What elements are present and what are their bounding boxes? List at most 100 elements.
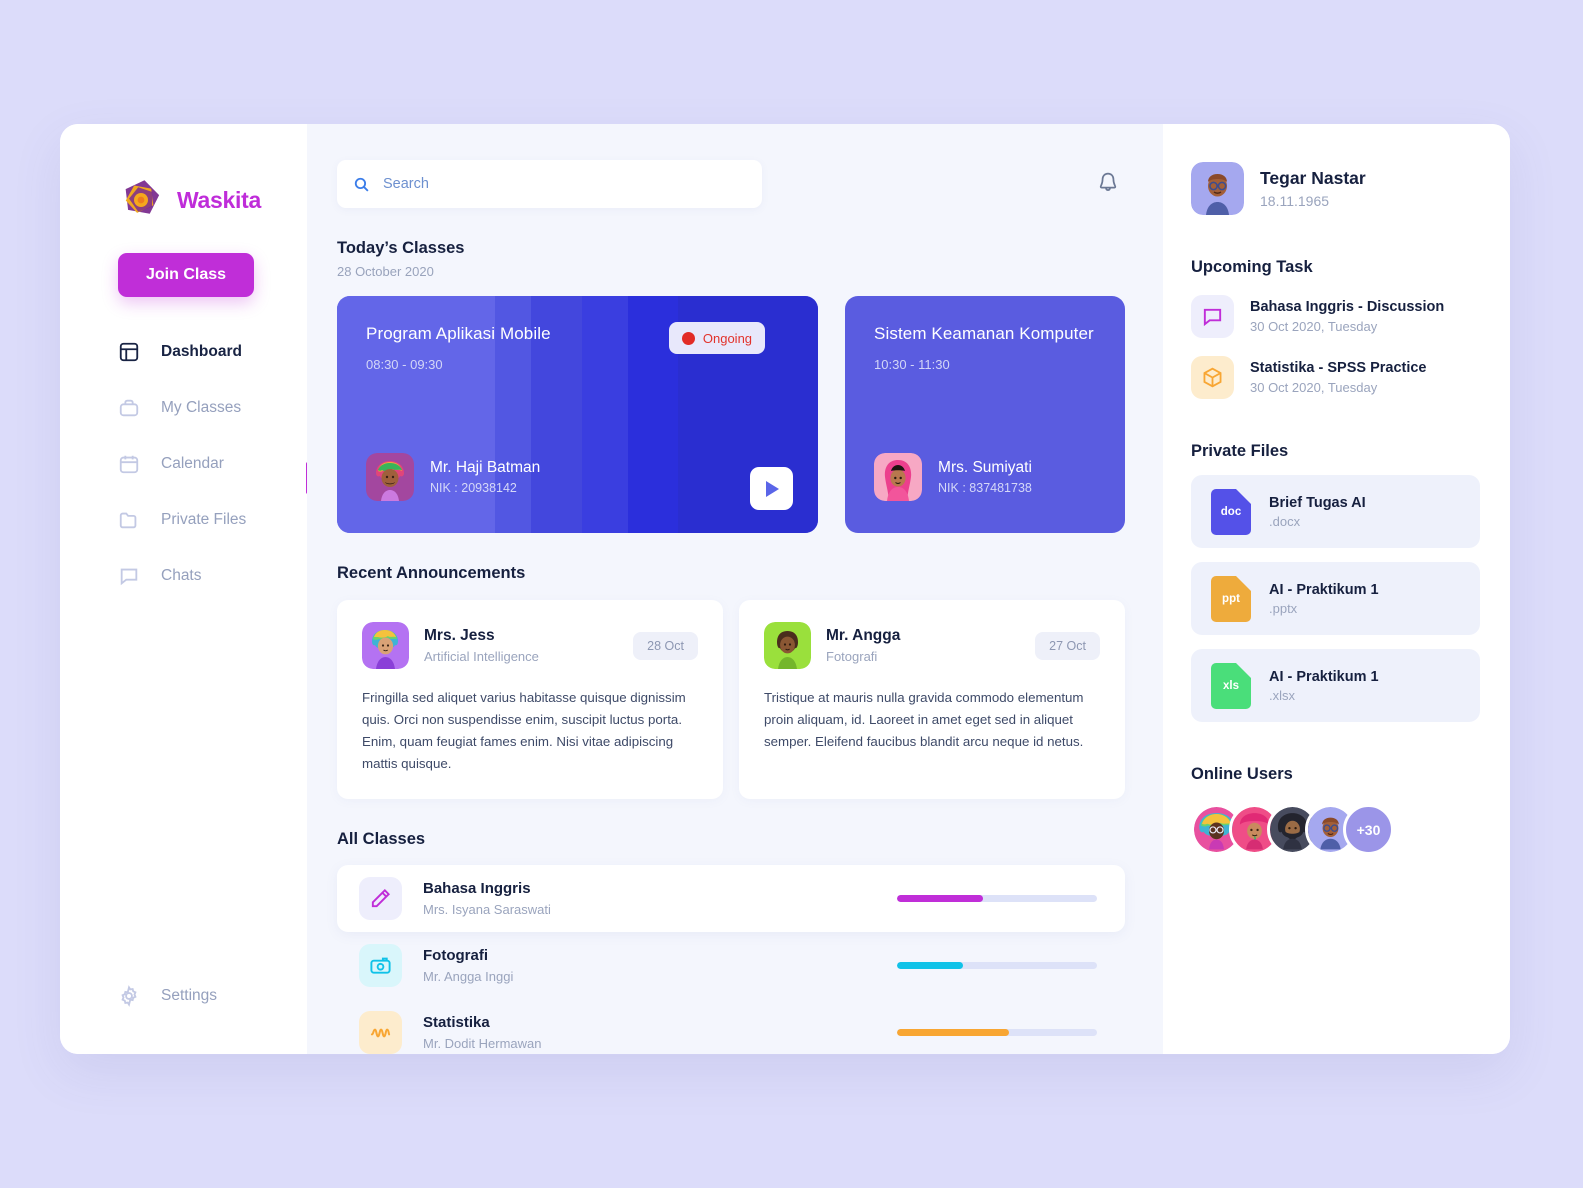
class-list-text: Fotografi Mr. Angga Inggi [423, 947, 513, 984]
profile-header[interactable]: Tegar Nastar 18.11.1965 [1191, 162, 1500, 215]
sidebar-item-private-files[interactable]: Private Files [60, 492, 307, 548]
class-card[interactable]: Sistem Keamanan Komputer 10:30 - 11:30 M… [845, 296, 1125, 533]
sidebar-item-label: Chats [161, 567, 202, 584]
announcement-body: Tristique at mauris nulla gravida commod… [764, 690, 1084, 749]
sidebar-item-my-classes[interactable]: My Classes [60, 380, 307, 436]
online-users-list: +30 [1191, 804, 1480, 855]
announcement-author: Mr. Angga [826, 627, 901, 644]
avatar [366, 453, 414, 501]
file-item[interactable]: ppt AI - Praktikum 1 .pptx [1191, 562, 1480, 635]
task-item[interactable]: Statistika - SPSS Practice 30 Oct 2020, … [1191, 356, 1480, 399]
ppt-file-icon: ppt [1211, 575, 1251, 622]
task-icon-wrap [1191, 356, 1234, 399]
task-icon-wrap [1191, 295, 1234, 338]
announcement-body: Fringilla sed aliquet varius habitasse q… [362, 690, 686, 771]
online-users-more-badge[interactable]: +30 [1343, 804, 1394, 855]
sidebar-item-dashboard[interactable]: Dashboard [60, 324, 307, 380]
announcement-card[interactable]: Mr. Angga Fotografi 27 Oct Tristique at … [739, 600, 1125, 799]
class-teacher: Mr. Dodit Hermawan [423, 1035, 542, 1051]
play-button[interactable] [750, 467, 794, 510]
task-date: 30 Oct 2020, Tuesday [1250, 319, 1378, 334]
all-classes-list: Bahasa Inggris Mrs. Isyana Saraswati Fot… [337, 864, 1125, 1054]
class-card[interactable]: Ongoing Program Aplikasi Mobile 08:30 - … [337, 296, 819, 533]
upcoming-task-header: Upcoming Task [1191, 258, 1506, 289]
task-name: Bahasa Inggris - Discussion [1250, 299, 1445, 315]
file-item[interactable]: doc Brief Tugas AI .docx [1191, 475, 1480, 548]
file-item[interactable]: xls AI - Praktikum 1 .xlsx [1191, 649, 1480, 722]
sidebar-nav: Dashboard My Classes Calendar Private Fi… [60, 324, 307, 604]
wave-icon [369, 1021, 392, 1044]
announcement-header: Mr. Angga Fotografi 27 Oct [764, 622, 1100, 669]
sidebar-item-settings[interactable]: Settings [60, 985, 217, 1007]
task-name: Statistika - SPSS Practice [1250, 360, 1427, 376]
class-name: Bahasa Inggris [423, 879, 531, 897]
teacher-nik: NIK : 20938142 [430, 481, 517, 495]
class-list-text: Statistika Mr. Dodit Hermawan [423, 1014, 541, 1051]
class-card-teacher: Mrs. Sumiyati NIK : 837481738 [874, 453, 1032, 501]
class-name: Fotografi [423, 946, 488, 964]
chat-bubble-icon [118, 565, 140, 587]
notification-bell-button[interactable] [1091, 167, 1125, 201]
camera-icon-wrap [359, 943, 402, 987]
app-window: Waskita Join Class Dashboard My Classes [60, 124, 1510, 1054]
class-card-content: Program Aplikasi Mobile 08:30 - 09:30 Mr… [366, 323, 793, 533]
class-card-teacher: Mr. Haji Batman NIK : 20938142 [366, 453, 540, 501]
class-list-text: Bahasa Inggris Mrs. Isyana Saraswati [423, 880, 551, 917]
task-item[interactable]: Bahasa Inggris - Discussion 30 Oct 2020,… [1191, 295, 1480, 338]
announcement-header: Mrs. Jess Artificial Intelligence 28 Oct [362, 622, 698, 669]
announcement-subject: Artificial Intelligence [424, 649, 539, 664]
class-list-item[interactable]: Fotografi Mr. Angga Inggi [337, 932, 1125, 999]
class-list-item[interactable]: Statistika Mr. Dodit Hermawan [337, 999, 1125, 1054]
play-icon [766, 480, 780, 497]
waskita-logo-icon [118, 177, 164, 223]
announcement-card[interactable]: Mrs. Jess Artificial Intelligence 28 Oct… [337, 600, 723, 799]
wave-icon-wrap [359, 1010, 402, 1054]
private-files-header: Private Files [1191, 442, 1506, 473]
class-teacher: Mrs. Isyana Saraswati [423, 901, 551, 917]
sidebar-item-label: Dashboard [161, 343, 242, 360]
sidebar-item-label: Settings [161, 987, 218, 1004]
avatar [764, 622, 811, 669]
profile-name: Tegar Nastar [1260, 168, 1366, 188]
class-list-item[interactable]: Bahasa Inggris Mrs. Isyana Saraswati [337, 864, 1125, 932]
teacher-name: Mr. Haji Batman [430, 459, 541, 476]
todays-classes-date: 28 October 2020 [337, 264, 434, 279]
profile-dob: 18.11.1965 [1260, 193, 1330, 209]
camera-icon [369, 954, 392, 977]
pencil-icon [369, 887, 392, 910]
dashboard-icon [118, 341, 140, 363]
announcements-title: Recent Announcements [337, 564, 526, 582]
progress-bar [897, 1028, 1097, 1036]
all-classes-title: All Classes [337, 829, 426, 848]
announcement-date: 28 Oct [633, 631, 698, 660]
main-content: Today’s Classes 28 October 2020 Ongoing [307, 124, 1163, 1054]
announcement-author: Mrs. Jess [424, 627, 495, 644]
file-name: AI - Praktikum 1 [1269, 581, 1379, 598]
sidebar-item-label: Private Files [161, 511, 247, 528]
announcements-list: Mrs. Jess Artificial Intelligence 28 Oct… [337, 600, 1125, 799]
file-extension: .xlsx [1269, 687, 1295, 703]
sidebar-item-calendar[interactable]: Calendar [60, 436, 307, 492]
topbar [337, 160, 1125, 208]
file-extension: .pptx [1269, 600, 1298, 616]
xls-file-icon: xls [1211, 662, 1251, 709]
briefcase-icon [118, 397, 140, 419]
join-class-button[interactable]: Join Class [118, 253, 254, 297]
search-input[interactable] [383, 176, 746, 192]
progress-bar [897, 961, 1097, 969]
private-files-title: Private Files [1191, 442, 1289, 460]
file-extension: .docx [1269, 513, 1301, 529]
announcement-subject: Fotografi [826, 649, 878, 664]
sidebar-item-chats[interactable]: Chats [60, 548, 307, 604]
teacher-nik: NIK : 837481738 [938, 481, 1032, 495]
calendar-icon [118, 453, 140, 475]
teacher-name: Mrs. Sumiyati [938, 459, 1032, 476]
search-box[interactable] [337, 160, 762, 208]
progress-bar [897, 894, 1097, 902]
avatar [362, 622, 409, 669]
task-date: 30 Oct 2020, Tuesday [1250, 380, 1378, 395]
pencil-icon-wrap [359, 876, 402, 920]
class-card-time: 08:30 - 09:30 [366, 356, 443, 372]
doc-file-icon: doc [1211, 488, 1251, 535]
bell-icon [1096, 171, 1120, 197]
